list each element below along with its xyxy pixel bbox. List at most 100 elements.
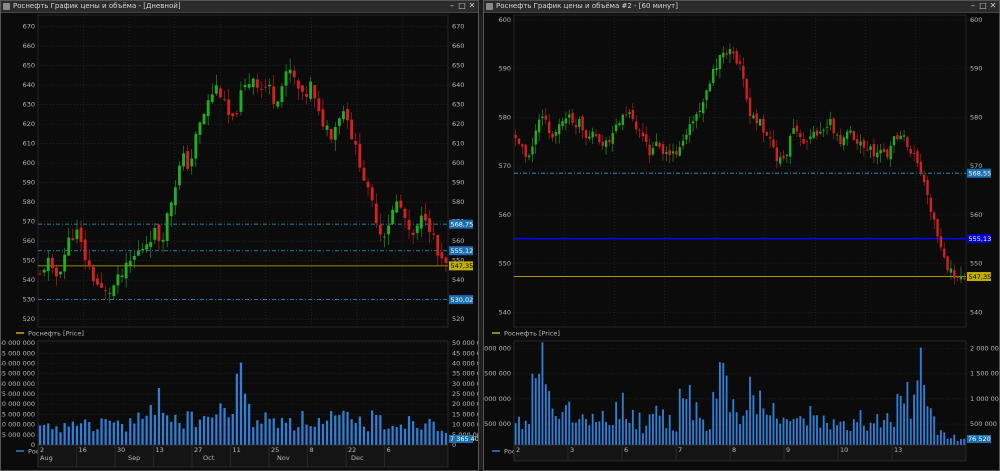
candle-body bbox=[956, 276, 959, 278]
candle-body bbox=[198, 122, 202, 135]
candle-body bbox=[537, 119, 541, 133]
candle-body bbox=[325, 125, 329, 130]
volume-tick-right: 20 000 000 bbox=[452, 400, 478, 408]
candle-body bbox=[276, 101, 280, 107]
candle-body bbox=[571, 112, 574, 123]
candle-body bbox=[268, 84, 272, 87]
candle-body bbox=[802, 139, 805, 144]
close-icon[interactable]: ✕ bbox=[989, 2, 997, 10]
day-label: 8 bbox=[732, 446, 736, 454]
candle-body bbox=[628, 112, 631, 115]
candle-body bbox=[598, 134, 601, 142]
candle-body bbox=[849, 130, 852, 133]
candle-body bbox=[178, 165, 181, 186]
candle-body bbox=[568, 114, 571, 118]
candle-body bbox=[695, 114, 698, 121]
candle-body bbox=[889, 145, 892, 160]
candle-body bbox=[856, 139, 859, 144]
candle-body bbox=[182, 153, 185, 167]
candle-body bbox=[370, 187, 374, 201]
candle-body bbox=[892, 136, 896, 146]
price-tick-right: 580 bbox=[452, 198, 464, 206]
candle-body bbox=[775, 147, 779, 162]
candle-body bbox=[668, 150, 671, 156]
candle-body bbox=[141, 248, 144, 251]
candle-body bbox=[799, 133, 802, 138]
volume-tick-right: 40 000 000 bbox=[452, 359, 478, 367]
candle-body bbox=[436, 234, 440, 256]
daily-chart-window[interactable]: Роснефть График цены и объёма - [Дневной… bbox=[0, 0, 479, 471]
candle-body bbox=[219, 88, 222, 98]
candle-body bbox=[755, 113, 758, 124]
candle-body bbox=[845, 131, 849, 139]
candle-body bbox=[75, 229, 79, 240]
candle-body bbox=[547, 121, 551, 134]
hourly-chart-canvas[interactable]: 600 600590 590580 580570 570560 560550 550540 5… bbox=[484, 13, 999, 471]
minimize-icon[interactable]: – bbox=[969, 2, 977, 10]
title-bar[interactable]: Роснефть График цены и объёма - [Дневной… bbox=[1, 1, 478, 13]
daily-chart-canvas[interactable]: 670 670660 660650 650640 640630 630620 620610 6… bbox=[1, 13, 478, 471]
candle-body bbox=[383, 236, 386, 238]
candle-body bbox=[785, 154, 789, 156]
price-tick-right: 520 bbox=[452, 315, 464, 323]
volume-tick-left: 10 000 000 bbox=[1, 421, 35, 429]
window-icon[interactable] bbox=[3, 3, 10, 10]
volume-tick-right: 1 500 000 bbox=[970, 370, 999, 378]
volume-tag-label: 7 365 407 bbox=[450, 435, 478, 443]
price-tick-right: 560 bbox=[970, 211, 982, 219]
price-tick-right: 600 bbox=[970, 16, 982, 24]
volume-tick-right: 30 000 000 bbox=[452, 380, 478, 388]
price-tag-label: 530,02 bbox=[451, 296, 474, 304]
candle-body bbox=[779, 157, 782, 164]
candle-body bbox=[71, 238, 75, 241]
candle-body bbox=[374, 203, 378, 224]
candle-body bbox=[100, 283, 103, 288]
volume-tick-right: 35 000 000 bbox=[452, 370, 478, 378]
candle-body bbox=[594, 134, 598, 137]
minimize-icon[interactable]: – bbox=[448, 2, 456, 10]
candle-body bbox=[399, 200, 403, 208]
candle-body bbox=[825, 126, 829, 128]
close-icon[interactable]: ✕ bbox=[468, 2, 476, 10]
candle-body bbox=[805, 141, 809, 142]
candle-body bbox=[819, 131, 822, 134]
candle-body bbox=[638, 129, 641, 131]
day-label: 11 bbox=[233, 446, 241, 454]
candle-body bbox=[919, 161, 922, 173]
candle-body bbox=[963, 277, 966, 280]
candle-body bbox=[87, 260, 91, 267]
day-label: 25 bbox=[271, 446, 279, 454]
candle-body bbox=[959, 275, 963, 280]
candle-body bbox=[419, 215, 423, 229]
price-tick-left: 560 bbox=[23, 237, 35, 245]
candle-body bbox=[561, 121, 564, 126]
candle-body bbox=[718, 54, 722, 70]
maximize-icon[interactable]: □ bbox=[979, 2, 987, 10]
month-label: Oct bbox=[203, 454, 215, 462]
candle-body bbox=[541, 116, 544, 119]
price-tick-right: 540 bbox=[452, 276, 464, 284]
volume-panel[interactable] bbox=[37, 340, 449, 446]
candle-body bbox=[206, 100, 210, 117]
candle-body bbox=[742, 65, 745, 79]
candle-body bbox=[822, 129, 825, 131]
candle-body bbox=[869, 146, 872, 150]
day-label: 2 bbox=[40, 446, 44, 454]
candle-body bbox=[149, 242, 153, 248]
candle-body bbox=[83, 239, 87, 261]
price-tick-left: 620 bbox=[23, 120, 35, 128]
candle-body bbox=[621, 114, 624, 126]
candle-body bbox=[38, 273, 42, 275]
candle-body bbox=[79, 227, 83, 243]
title-bar[interactable]: Роснефть График цены и объёма #2 - [60 м… bbox=[484, 1, 999, 13]
price-tick-right: 580 bbox=[970, 113, 982, 121]
candle-body bbox=[231, 113, 235, 117]
window-icon[interactable] bbox=[486, 3, 493, 10]
day-label: 8 bbox=[310, 446, 314, 454]
candle-body bbox=[59, 271, 62, 275]
candle-body bbox=[842, 137, 845, 146]
candle-body bbox=[651, 147, 655, 155]
candle-body bbox=[350, 119, 354, 140]
maximize-icon[interactable]: □ bbox=[458, 2, 466, 10]
hourly-chart-window[interactable]: Роснефть График цены и объёма #2 - [60 м… bbox=[483, 0, 1000, 471]
